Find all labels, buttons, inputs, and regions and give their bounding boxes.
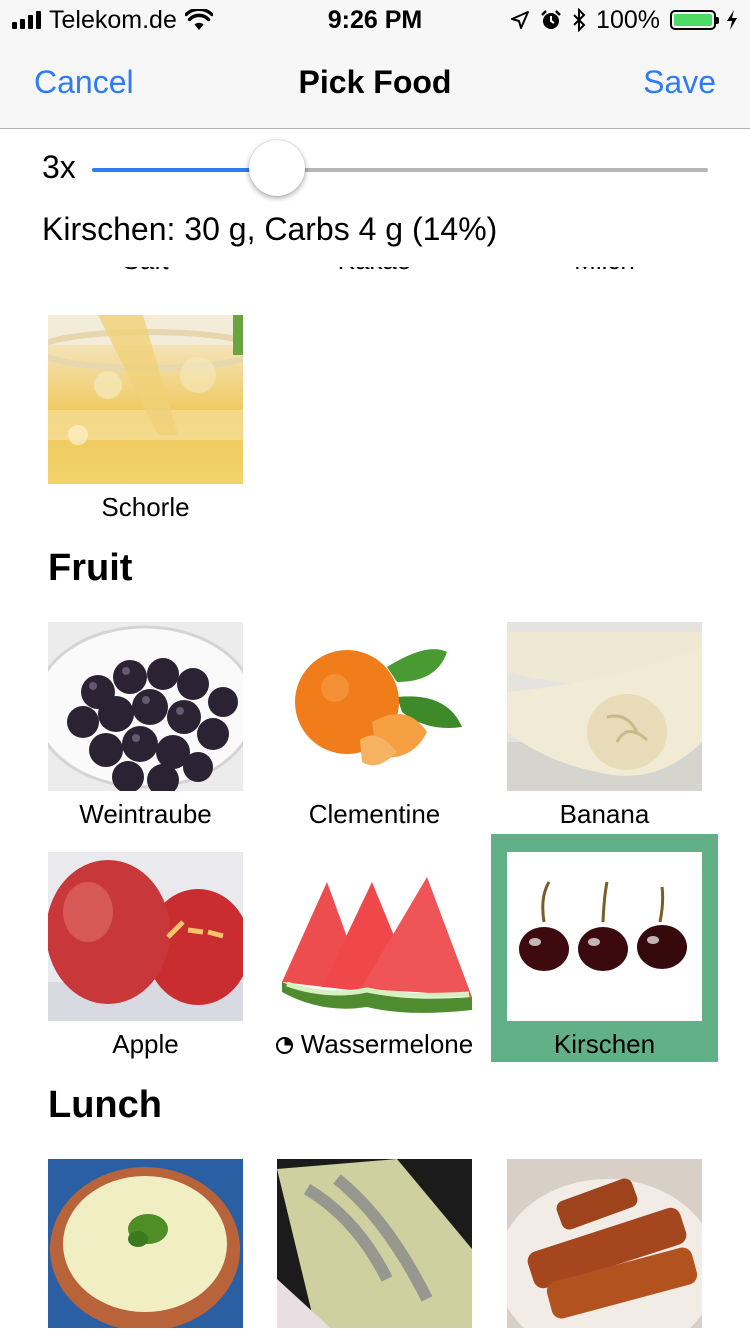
watermelon-image — [277, 852, 472, 1021]
selection-info: Kirschen: 30 g, Carbs 4 g (14%) — [42, 211, 498, 247]
charging-icon — [727, 10, 737, 30]
save-button[interactable]: Save — [643, 64, 716, 101]
food-item-label: Wassermelone — [257, 1029, 492, 1060]
food-item-label: Schorle — [101, 492, 190, 522]
slider-thumb[interactable] — [248, 140, 305, 196]
location-icon — [511, 11, 530, 29]
portion-slider[interactable] — [92, 168, 708, 172]
crepe-image — [277, 1159, 472, 1328]
battery-icon — [670, 10, 719, 30]
bluetooth-icon — [573, 8, 586, 32]
partial-item-label: Saft — [48, 267, 243, 276]
food-item-name: Wassermelone — [300, 1029, 474, 1059]
cherries-image — [507, 852, 702, 1021]
apple-image — [48, 852, 243, 1021]
section-header-fruit: Fruit — [48, 547, 133, 589]
food-grid[interactable]: Saft Kakao Milch Schorle — [0, 267, 750, 1334]
food-item-label: Banana — [559, 799, 650, 829]
multiplier-label: 3x — [42, 149, 76, 185]
navigation-bar: Cancel Pick Food Save — [0, 40, 750, 129]
fish-sticks-image — [507, 1159, 702, 1328]
clementine-image — [277, 622, 472, 791]
food-item-label: Kirschen — [553, 1029, 656, 1059]
alarm-icon — [541, 10, 561, 29]
status-bar: Telekom.de 9:26 PM 100% — [0, 0, 750, 40]
portion-controls: 3x Kirschen: 30 g, Carbs 4 g (14%) — [0, 129, 750, 267]
partial-portion-icon — [275, 1037, 293, 1054]
food-item-label: Apple — [112, 1029, 179, 1059]
partial-item-label: Kakao — [277, 267, 472, 276]
grapes-image — [48, 622, 243, 791]
mashed-potatoes-image — [48, 1159, 243, 1328]
banana-image — [507, 622, 702, 791]
page-title: Pick Food — [298, 64, 452, 100]
section-header-lunch: Lunch — [48, 1084, 162, 1126]
food-item-label: Weintraube — [79, 799, 212, 829]
food-item-label: Clementine — [308, 799, 441, 829]
battery-percent: 100% — [596, 5, 660, 34]
schorle-image — [48, 315, 243, 484]
partial-item-label: Milch — [507, 267, 702, 276]
